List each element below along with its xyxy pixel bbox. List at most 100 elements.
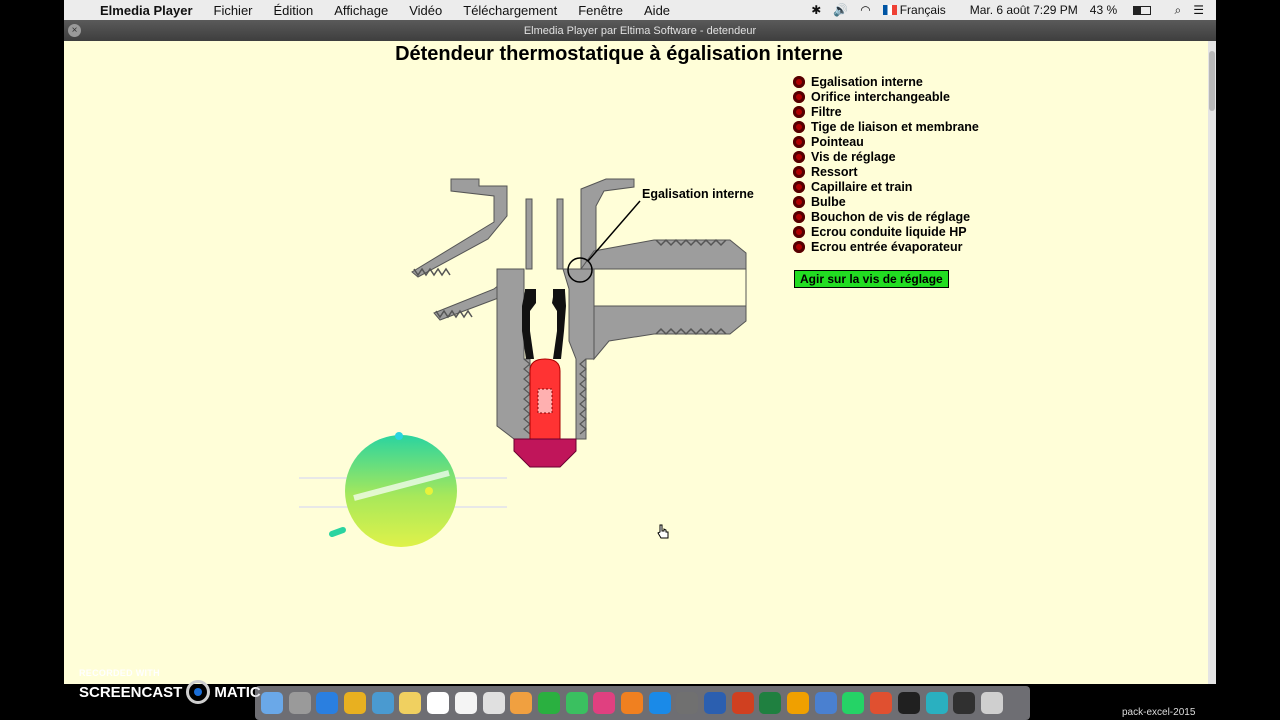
adjust-screw-button[interactable]: Agir sur la vis de réglage (794, 270, 949, 288)
legend-item-label: Capillaire et train (811, 179, 913, 194)
legend-item[interactable]: Ressort (793, 164, 979, 179)
legend-item-label: Filtre (811, 104, 842, 119)
needle-top-left (525, 289, 536, 297)
datetime[interactable]: Mar. 6 août 7:29 PM (970, 3, 1078, 17)
valve-body-right (562, 268, 595, 440)
legend-item[interactable]: Bulbe (793, 194, 979, 209)
powerpoint-icon[interactable] (731, 692, 754, 714)
app-dark-icon[interactable] (897, 692, 920, 714)
dock-folder-label: pack-excel-2015 (1122, 707, 1196, 718)
whatsapp-icon[interactable] (842, 692, 865, 714)
legend-list: Egalisation interne Orifice interchangea… (793, 74, 979, 254)
adjusting-screw-cap (513, 438, 577, 468)
notification-center-icon[interactable]: ☰ (1193, 3, 1204, 17)
spotlight-search-icon[interactable]: ⌕ (1175, 3, 1182, 18)
screenshot-icon[interactable] (953, 692, 976, 714)
flag-icon (882, 5, 897, 15)
legend-dot-icon (793, 105, 805, 118)
word-icon[interactable] (704, 692, 726, 714)
planet-body (345, 435, 457, 547)
screencast-watermark: RECORDED WITH SCREENCAST MATIC (79, 668, 261, 704)
animation-stage: Détendeur thermostatique à égalisation i… (64, 41, 1208, 684)
close-window-button[interactable]: × (68, 24, 81, 37)
legend-item[interactable]: Egalisation interne (793, 74, 979, 89)
legend-item-label: Vis de réglage (811, 149, 896, 164)
legend-dot-icon (793, 150, 805, 163)
legend-item[interactable]: Vis de réglage (793, 149, 979, 164)
language-label: Français (899, 3, 946, 17)
equalizer-fitting-top (411, 178, 508, 278)
legend-item[interactable]: Bouchon de vis de réglage (793, 209, 979, 224)
volume-icon[interactable]: 🔊 (833, 3, 848, 17)
books-icon[interactable] (620, 692, 643, 714)
legend-item-label: Egalisation interne (811, 74, 923, 89)
legend-item-label: Ecrou conduite liquide HP (811, 224, 967, 239)
legend-item[interactable]: Pointeau (793, 134, 979, 149)
menu-edition[interactable]: Édition (274, 3, 314, 18)
legend-dot-icon (793, 120, 805, 133)
menu-fichier[interactable]: Fichier (214, 3, 253, 18)
legend-dot-icon (793, 135, 805, 148)
hand-cursor-icon (657, 524, 669, 539)
app-red-icon[interactable] (870, 692, 893, 714)
messages-icon[interactable] (537, 692, 560, 714)
menu-aide[interactable]: Aide (644, 3, 670, 18)
photos-icon[interactable] (510, 692, 533, 714)
status-area: ✱ 🔊 ◠ Français Mar. 6 août 7:29 PM 43 % … (811, 3, 1216, 18)
window-title: Elmedia Player par Eltima Software - det… (523, 24, 757, 37)
notes-icon[interactable] (399, 692, 422, 714)
system-preferences-icon[interactable] (676, 692, 699, 714)
finder-icon[interactable] (261, 692, 283, 714)
vertical-scrollbar[interactable] (1208, 41, 1216, 684)
loading-planet-icon (299, 432, 507, 547)
facetime-icon[interactable] (565, 692, 588, 714)
legend-dot-icon (793, 75, 805, 88)
legend-item-label: Pointeau (811, 134, 864, 149)
callout-label: Egalisation interne (642, 187, 754, 201)
tube-right (556, 198, 564, 270)
preview-icon[interactable] (371, 692, 394, 714)
itunes-icon[interactable] (593, 692, 616, 714)
legend-dot-icon (793, 180, 805, 193)
menu-telechargement[interactable]: Téléchargement (463, 3, 557, 18)
textedit-icon[interactable] (454, 692, 477, 714)
legend-dot-icon (793, 165, 805, 178)
watermark-recorded-label: RECORDED WITH (79, 668, 160, 678)
app-blue-icon[interactable] (814, 692, 837, 714)
legend-item-label: Ressort (811, 164, 858, 179)
planet-particle (329, 527, 346, 537)
legend-item[interactable]: Ecrou entrée évaporateur (793, 239, 979, 254)
legend-dot-icon (793, 240, 805, 253)
menu-video[interactable]: Vidéo (409, 3, 442, 18)
launchpad-icon[interactable] (288, 692, 311, 714)
app-teal-icon[interactable] (925, 692, 948, 714)
legend-item[interactable]: Capillaire et train (793, 179, 979, 194)
scrollbar-thumb[interactable] (1209, 51, 1215, 111)
legend-dot-icon (793, 90, 805, 103)
trash-icon[interactable] (980, 692, 1003, 714)
menu-app-name[interactable]: Elmedia Player (100, 3, 193, 18)
battery-status[interactable]: 43 % (1090, 3, 1163, 17)
legend-item[interactable]: Filtre (793, 104, 979, 119)
legend-item[interactable]: Orifice interchangeable (793, 89, 979, 104)
tube-left (525, 198, 533, 270)
reminders-icon[interactable] (482, 692, 505, 714)
legend-dot-icon (793, 225, 805, 238)
legend-item[interactable]: Ecrou conduite liquide HP (793, 224, 979, 239)
app-orange-icon[interactable] (787, 692, 810, 714)
bluetooth-icon[interactable]: ✱ (811, 3, 821, 17)
wifi-icon[interactable]: ◠ (860, 3, 870, 17)
menu-affichage[interactable]: Affichage (334, 3, 388, 18)
watermark-brand-right: MATIC (214, 683, 261, 701)
menu-fenetre[interactable]: Fenêtre (578, 3, 623, 18)
legend-item-label: Ecrou entrée évaporateur (811, 239, 963, 254)
legend-item[interactable]: Tige de liaison et membrane (793, 119, 979, 134)
outlet-pipe-lower (593, 305, 747, 361)
language-menu[interactable]: Français (882, 3, 958, 17)
safari-icon[interactable] (316, 692, 339, 714)
appstore-icon[interactable] (648, 692, 671, 714)
excel-icon[interactable] (759, 692, 782, 714)
legend-item-label: Orifice interchangeable (811, 89, 950, 104)
chrome-icon[interactable] (344, 692, 367, 714)
calendar-icon[interactable] (427, 692, 450, 714)
